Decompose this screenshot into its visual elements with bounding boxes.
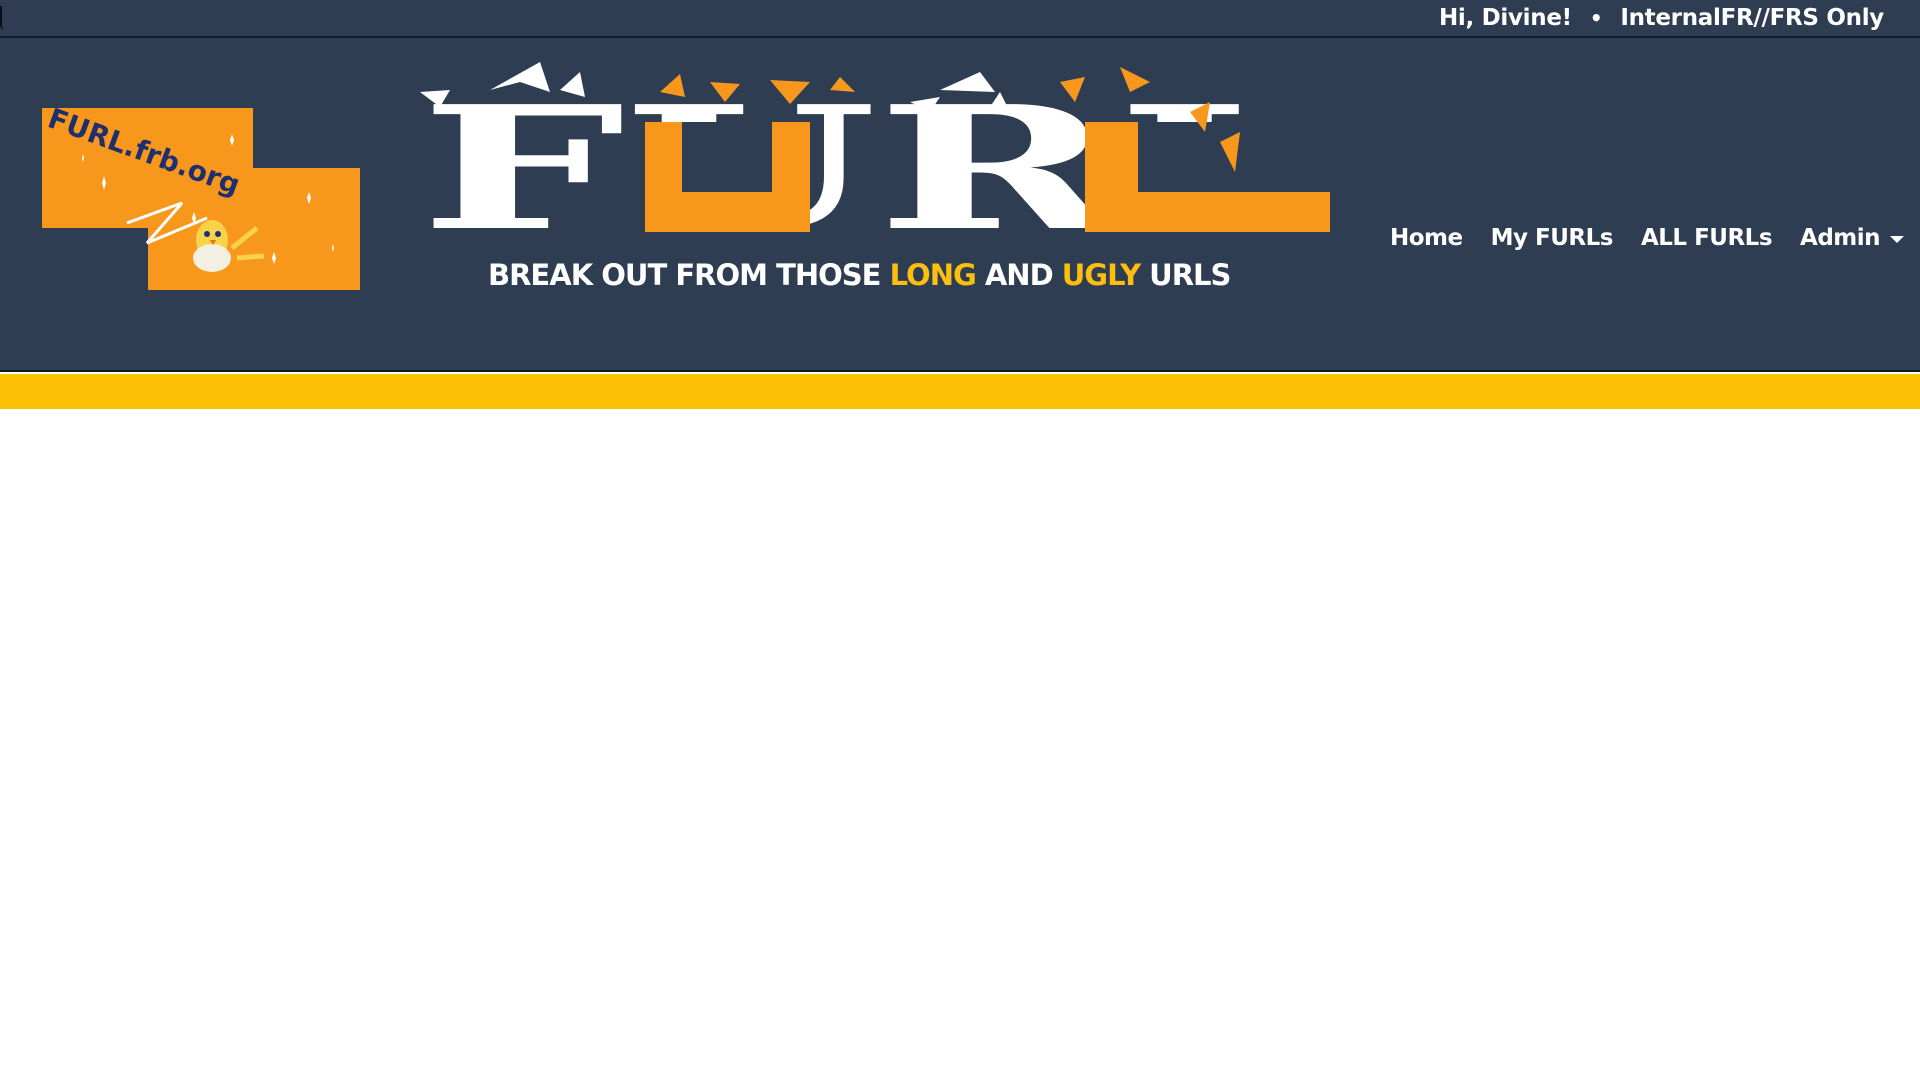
nav-home-link[interactable]: Home <box>1390 225 1463 251</box>
tagline-text: URLS <box>1140 258 1231 292</box>
main-nav: Home My FURLs ALL FURLs Admin <box>1390 218 1920 258</box>
main-content <box>0 409 1920 1080</box>
tagline-highlight-long: LONG <box>889 258 977 292</box>
user-bar: Hi, Divine! • InternalFR//FRS Only <box>1439 1 1884 35</box>
user-greeting: Hi, Divine! <box>1438 5 1572 31</box>
banner-graphic: FURL <box>420 62 1330 240</box>
nav-all-furls-link[interactable]: ALL FURLs <box>1641 225 1773 251</box>
furl-banner: FURL <box>420 62 1330 240</box>
logo-graphic: FURL.frb.org <box>42 108 360 290</box>
furl-logo[interactable]: FURL.frb.org <box>42 108 360 290</box>
tagline-text: AND <box>975 258 1062 292</box>
accent-stripe <box>0 374 1920 409</box>
nav-admin-label: Admin <box>1800 225 1881 251</box>
classification-label: InternalFR//FRS Only <box>1620 5 1884 31</box>
window-edge <box>0 6 5 30</box>
top-bar: Hi, Divine! • InternalFR//FRS Only <box>0 0 1920 38</box>
tagline-text: BREAK OUT FROM THOSE <box>488 258 890 292</box>
caret-down-icon <box>1890 236 1905 243</box>
separator-dot: • <box>1589 6 1603 30</box>
tagline: BREAK OUT FROM THOSE LONG AND UGLY URLS <box>488 258 1231 292</box>
tagline-highlight-ugly: UGLY <box>1061 258 1141 292</box>
nav-admin-dropdown[interactable]: Admin <box>1800 225 1905 251</box>
nav-my-furls-link[interactable]: My FURLs <box>1491 225 1614 251</box>
